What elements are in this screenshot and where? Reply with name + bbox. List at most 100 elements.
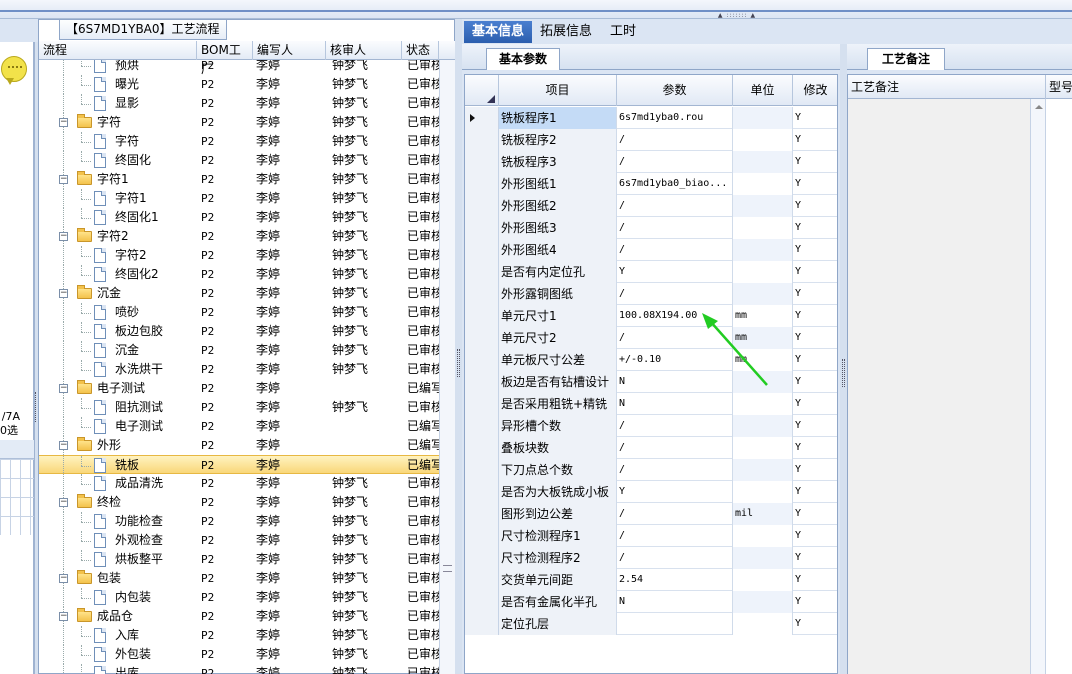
tab-basic-info[interactable]: 基本信息	[464, 21, 533, 43]
tree-folder-row[interactable]: − 外形 P2 李婷 已编写	[39, 436, 439, 455]
param-row[interactable]: 铣板程序2/ Y	[465, 129, 837, 151]
param-unit-cell[interactable]	[733, 613, 793, 635]
row-indicator[interactable]	[465, 459, 499, 481]
tree-item-row[interactable]: 入库 P2 李婷 钟梦飞 已审核	[39, 626, 439, 645]
param-unit-cell[interactable]	[733, 393, 793, 415]
column-header-author[interactable]: 编写人	[253, 41, 326, 60]
row-indicator[interactable]	[465, 217, 499, 239]
param-modify-cell[interactable]: Y	[793, 525, 837, 547]
tree-item-row[interactable]: 字符1 P2 李婷 钟梦飞 已审核	[39, 189, 439, 208]
param-value-cell[interactable]: Y	[617, 481, 733, 503]
param-modify-cell[interactable]: Y	[793, 569, 837, 591]
column-header-bom[interactable]: BOM工厂	[197, 41, 253, 76]
param-modify-cell[interactable]: Y	[793, 151, 837, 173]
row-indicator[interactable]	[465, 239, 499, 261]
param-row[interactable]: 单元板尺寸公差 +/-0.10 mm Y	[465, 349, 837, 371]
param-modify-cell[interactable]: Y	[793, 371, 837, 393]
param-modify-cell[interactable]: Y	[793, 283, 837, 305]
param-unit-cell[interactable]	[733, 591, 793, 613]
scroll-up-icon[interactable]	[1035, 105, 1043, 109]
tree-folder-row[interactable]: − 沉金 P2 李婷 钟梦飞 已审核	[39, 284, 439, 303]
tree-folder-row[interactable]: − 电子测试 P2 李婷 已编写	[39, 379, 439, 398]
splitter-handle[interactable]	[457, 349, 460, 377]
param-value-cell[interactable]: /	[617, 437, 733, 459]
param-unit-cell[interactable]	[733, 261, 793, 283]
param-modify-cell[interactable]: Y	[793, 459, 837, 481]
param-value-cell[interactable]: N	[617, 591, 733, 613]
param-modify-cell[interactable]: Y	[793, 481, 837, 503]
tree-folder-row[interactable]: − 字符1 P2 李婷 钟梦飞 已审核	[39, 170, 439, 189]
param-modify-cell[interactable]: Y	[793, 107, 837, 129]
param-value-cell[interactable]: 2.54	[617, 569, 733, 591]
column-header-model[interactable]: 型号	[1046, 75, 1072, 99]
param-row[interactable]: 单元尺寸1 100.08X194.00 mm Y	[465, 305, 837, 327]
param-value-cell[interactable]: 6s7md1yba0.rou	[617, 107, 733, 129]
tree-item-row[interactable]: 烘板整平 P2 李婷 钟梦飞 已审核	[39, 550, 439, 569]
param-row[interactable]: 尺寸检测程序1/ Y	[465, 525, 837, 547]
column-header-flow[interactable]: 流程	[39, 41, 197, 60]
collapse-toggle-icon[interactable]: −	[59, 384, 68, 393]
param-row[interactable]: 是否采用粗铣+精铣 N Y	[465, 393, 837, 415]
param-value-cell[interactable]: /	[617, 129, 733, 151]
param-row[interactable]: 外形图纸1 6s7md1yba0_biao... Y	[465, 173, 837, 195]
tree-folder-row[interactable]: − 成品仓 P2 李婷 钟梦飞 已审核	[39, 607, 439, 626]
param-row[interactable]: 叠板块数 / Y	[465, 437, 837, 459]
param-row[interactable]: 图形到边公差 / mil Y	[465, 503, 837, 525]
param-value-cell[interactable]	[617, 613, 733, 635]
row-indicator[interactable]	[465, 107, 499, 129]
row-indicator[interactable]	[465, 415, 499, 437]
param-unit-cell[interactable]	[733, 415, 793, 437]
tree-item-row[interactable]: 外包装 P2 李婷 钟梦飞 已审核	[39, 645, 439, 664]
tree-item-row[interactable]: 显影 P2 李婷 钟梦飞 已审核	[39, 94, 439, 113]
param-modify-cell[interactable]: Y	[793, 393, 837, 415]
column-header-modify[interactable]: 修改	[793, 75, 837, 106]
param-unit-cell[interactable]	[733, 239, 793, 261]
tree-item-row[interactable]: 沉金 P2 李婷 钟梦飞 已审核	[39, 341, 439, 360]
row-indicator[interactable]	[465, 393, 499, 415]
param-value-cell[interactable]: /	[617, 547, 733, 569]
row-indicator[interactable]	[465, 371, 499, 393]
collapse-toggle-icon[interactable]: −	[59, 441, 68, 450]
param-modify-cell[interactable]: Y	[793, 305, 837, 327]
param-modify-cell[interactable]: Y	[793, 437, 837, 459]
tree-item-row[interactable]: 终固化1 P2 李婷 钟梦飞 已审核	[39, 208, 439, 227]
tree-item-row[interactable]: 字符2 P2 李婷 钟梦飞 已审核	[39, 246, 439, 265]
param-row[interactable]: 外形露铜图纸 / Y	[465, 283, 837, 305]
column-header-status[interactable]: 状态	[402, 41, 439, 60]
row-indicator[interactable]	[465, 481, 499, 503]
collapse-toggle-icon[interactable]: −	[59, 498, 68, 507]
param-modify-cell[interactable]: Y	[793, 349, 837, 371]
param-unit-cell[interactable]	[733, 459, 793, 481]
splitter-handle[interactable]	[842, 359, 845, 387]
tree-item-row[interactable]: 功能检查 P2 李婷 钟梦飞 已审核	[39, 512, 439, 531]
param-row[interactable]: 异形槽个数 / Y	[465, 415, 837, 437]
param-unit-cell[interactable]	[733, 195, 793, 217]
tree-item-row[interactable]: 水洗烘干 P2 李婷 钟梦飞 已审核	[39, 360, 439, 379]
row-indicator[interactable]	[465, 349, 499, 371]
tree-folder-row[interactable]: − 包装 P2 李婷 钟梦飞 已审核	[39, 569, 439, 588]
param-modify-cell[interactable]: Y	[793, 129, 837, 151]
param-value-cell[interactable]: /	[617, 415, 733, 437]
row-indicator[interactable]	[465, 547, 499, 569]
param-modify-cell[interactable]: Y	[793, 327, 837, 349]
right-splitter[interactable]	[840, 44, 847, 674]
tree-item-row[interactable]: 内包装 P2 李婷 钟梦飞 已审核	[39, 588, 439, 607]
collapse-toggle-icon[interactable]: −	[59, 574, 68, 583]
param-unit-cell[interactable]	[733, 217, 793, 239]
param-value-cell[interactable]: 6s7md1yba0_biao...	[617, 173, 733, 195]
row-indicator[interactable]	[465, 327, 499, 349]
param-modify-cell[interactable]: Y	[793, 261, 837, 283]
collapse-toggle-icon[interactable]: −	[59, 289, 68, 298]
param-modify-cell[interactable]: Y	[793, 591, 837, 613]
tree-item-row[interactable]: 电子测试 P2 李婷 已编写	[39, 417, 439, 436]
param-row[interactable]: 外形图纸3/ Y	[465, 217, 837, 239]
param-unit-cell[interactable]	[733, 481, 793, 503]
tree-item-row[interactable]: 成品清洗 P2 李婷 钟梦飞 已审核	[39, 474, 439, 493]
param-unit-cell[interactable]	[733, 547, 793, 569]
column-header-remarks[interactable]: 工艺备注	[848, 75, 1046, 99]
tree-item-row[interactable]: 出库 P2 李婷 钟梦飞 已审核	[39, 664, 439, 674]
collapse-toggle-icon[interactable]: −	[59, 232, 68, 241]
param-unit-cell[interactable]: mil	[733, 503, 793, 525]
column-header-param[interactable]: 参数	[617, 75, 733, 106]
tree-item-row[interactable]: 喷砂 P2 李婷 钟梦飞 已审核	[39, 303, 439, 322]
